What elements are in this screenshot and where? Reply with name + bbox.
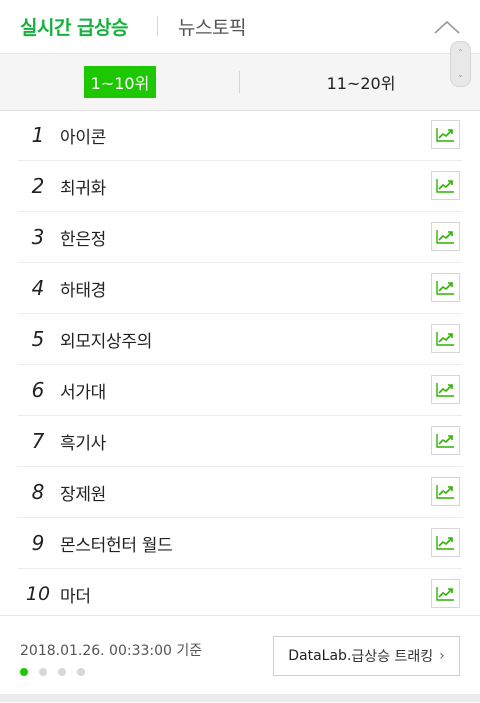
scroll-up-icon: ⌃	[457, 48, 464, 57]
trend-chart-button[interactable]	[431, 171, 460, 200]
trend-graph-icon	[436, 536, 454, 550]
range-divider	[239, 71, 240, 93]
trend-chart-button[interactable]	[431, 375, 460, 404]
list-item[interactable]: 1 아이콘	[18, 110, 462, 161]
bottom-divider-strip	[0, 694, 480, 702]
scroll-handle[interactable]: ⌃ ⌄	[450, 41, 471, 87]
keyword-link[interactable]: 최귀화	[60, 174, 106, 199]
list-item[interactable]: 4 하태경	[18, 263, 462, 314]
tab-divider	[157, 16, 158, 36]
datalab-label: 급상승 트래킹	[351, 649, 434, 665]
rank-number: 6	[31, 378, 45, 402]
tab-rank-1-10[interactable]: 1~10위	[84, 66, 156, 98]
keyword-link[interactable]: 외모지상주의	[60, 327, 152, 352]
collapse-button[interactable]	[428, 10, 466, 44]
list-item[interactable]: 10 마더	[18, 569, 462, 619]
list-item[interactable]: 2 최귀화	[18, 161, 462, 212]
page-indicator	[20, 668, 85, 676]
trend-chart-button[interactable]	[431, 120, 460, 149]
keyword-link[interactable]: 흑기사	[60, 429, 106, 454]
page-dot[interactable]	[77, 668, 85, 676]
trend-graph-icon	[436, 281, 454, 295]
tab-rank-11-20[interactable]: 11~20위	[325, 66, 397, 98]
keyword-link[interactable]: 몬스터헌터 월드	[60, 531, 173, 556]
footer: 2018.01.26. 00:33:00 기준 DataLab. 급상승 트래킹…	[0, 615, 480, 703]
rank-number: 1	[31, 123, 45, 147]
keyword-link[interactable]: 하태경	[60, 276, 106, 301]
scroll-down-icon: ⌄	[457, 70, 464, 79]
update-timestamp: 2018.01.26. 00:33:00 기준	[20, 643, 203, 659]
tab-news-topic[interactable]: 뉴스토픽	[178, 13, 246, 40]
rank-number: 9	[31, 531, 45, 555]
trend-graph-icon	[436, 332, 454, 346]
page-dot[interactable]	[58, 668, 66, 676]
trend-graph-icon	[436, 485, 454, 499]
trend-chart-button[interactable]	[431, 426, 460, 455]
rank-number: 5	[31, 327, 45, 351]
keyword-link[interactable]: 마더	[60, 582, 91, 607]
trending-keyword-list: 1 아이콘 2 최귀화 3 한은정 4 하태경 5 외모지상주의 6 서가대 7…	[18, 110, 462, 619]
page-dot[interactable]	[39, 668, 47, 676]
datalab-trending-button[interactable]: DataLab. 급상승 트래킹 ›	[273, 636, 460, 676]
keyword-link[interactable]: 장제원	[60, 480, 106, 505]
page-dot-active[interactable]	[20, 668, 28, 676]
list-item[interactable]: 7 흑기사	[18, 416, 462, 467]
keyword-link[interactable]: 서가대	[60, 378, 106, 403]
keyword-link[interactable]: 한은정	[60, 225, 106, 250]
trend-graph-icon	[436, 383, 454, 397]
tab-realtime-trending[interactable]: 실시간 급상승	[20, 13, 129, 40]
rank-range-tabs: 1~10위 11~20위	[0, 54, 480, 111]
list-item[interactable]: 5 외모지상주의	[18, 314, 462, 365]
trend-chart-button[interactable]	[431, 477, 460, 506]
list-item[interactable]: 3 한은정	[18, 212, 462, 263]
list-item[interactable]: 8 장제원	[18, 467, 462, 518]
trend-graph-icon	[436, 230, 454, 244]
header-tabs: 실시간 급상승 뉴스토픽	[0, 0, 480, 54]
rank-number: 2	[31, 174, 45, 198]
rank-number: 7	[31, 429, 45, 453]
chevron-up-icon	[434, 20, 460, 34]
rank-number: 8	[31, 480, 45, 504]
trend-graph-icon	[436, 128, 454, 142]
list-item[interactable]: 6 서가대	[18, 365, 462, 416]
rank-number: 10	[25, 583, 51, 605]
keyword-link[interactable]: 아이콘	[60, 123, 106, 148]
chevron-right-icon: ›	[439, 648, 445, 664]
list-item[interactable]: 9 몬스터헌터 월드	[18, 518, 462, 569]
rank-number: 4	[31, 276, 45, 300]
trend-chart-button[interactable]	[431, 222, 460, 251]
trend-chart-button[interactable]	[431, 273, 460, 302]
trend-graph-icon	[436, 434, 454, 448]
trend-graph-icon	[436, 179, 454, 193]
trend-chart-button[interactable]	[431, 579, 460, 608]
datalab-brand: DataLab.	[288, 648, 352, 664]
trend-chart-button[interactable]	[431, 528, 460, 557]
trend-graph-icon	[436, 587, 454, 601]
trend-chart-button[interactable]	[431, 324, 460, 353]
rank-number: 3	[31, 225, 45, 249]
